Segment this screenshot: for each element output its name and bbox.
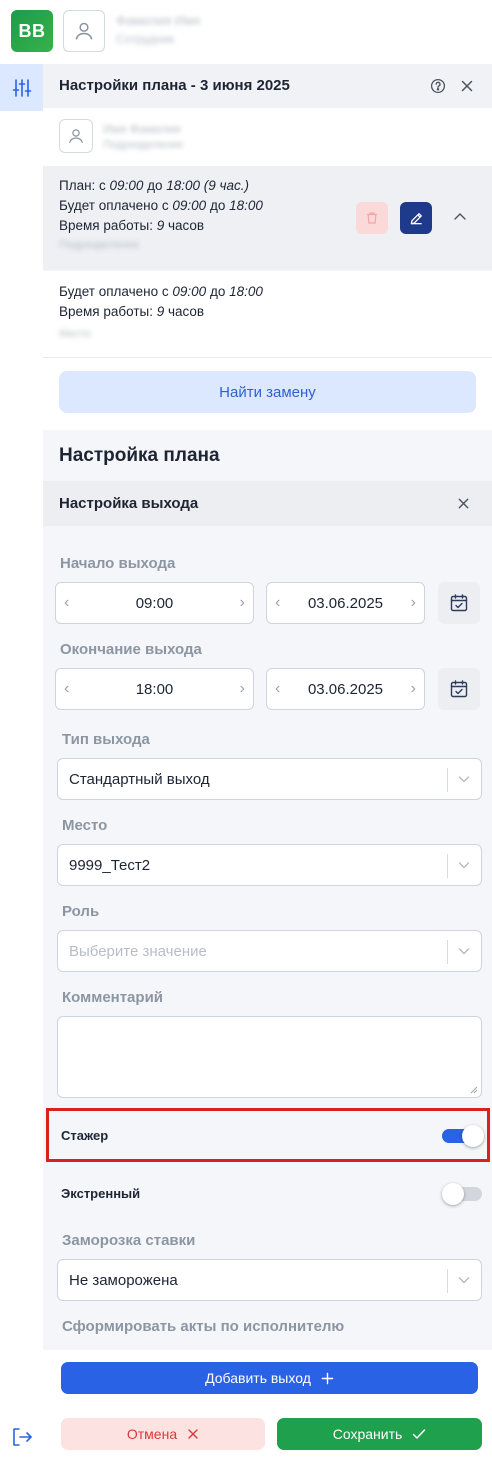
cancel-button[interactable]: Отмена bbox=[61, 1418, 265, 1450]
page-title: Настройки плана - 3 июня 2025 bbox=[59, 77, 290, 94]
employee-subtitle: Подразделение bbox=[103, 139, 184, 151]
calendar-check-icon bbox=[450, 680, 468, 698]
end-date-value: 03.06.2025 bbox=[307, 680, 384, 698]
comment-textarea[interactable] bbox=[57, 1016, 482, 1098]
shift-card[interactable]: Будет оплачено с 09:00 до 18:00 Время ра… bbox=[43, 271, 492, 358]
place-select-value: 9999_Тест2 bbox=[69, 857, 151, 874]
start-time-stepper[interactable]: ‹ 09:00 › bbox=[55, 582, 254, 624]
plan-settings-title: Настройка плана bbox=[59, 445, 220, 466]
pencil-icon bbox=[410, 212, 422, 224]
end-label: Окончание выхода bbox=[60, 641, 202, 658]
trash-icon bbox=[367, 212, 377, 224]
end-date-stepper[interactable]: ‹ 03.06.2025 › bbox=[266, 668, 425, 710]
place-select[interactable]: 9999_Тест2 bbox=[57, 844, 482, 886]
chevron-left-icon[interactable]: ‹ bbox=[64, 594, 69, 612]
add-exit-button[interactable]: Добавить выход bbox=[61, 1362, 478, 1394]
panel-header: Настройки плана - 3 июня 2025 bbox=[43, 64, 492, 108]
emergency-toggle[interactable] bbox=[442, 1183, 482, 1205]
cancel-label: Отмена bbox=[126, 1426, 178, 1442]
save-button[interactable]: Сохранить bbox=[277, 1418, 482, 1450]
type-select-value: Стандартный выход bbox=[69, 771, 210, 788]
chevron-right-icon[interactable]: › bbox=[240, 594, 245, 612]
close-panel-button[interactable] bbox=[459, 78, 475, 99]
edit-shift-button[interactable] bbox=[400, 202, 432, 234]
delete-shift-button[interactable] bbox=[356, 202, 388, 234]
work-time-line: Время работы: 9 часов bbox=[59, 304, 205, 319]
role-label: Роль bbox=[62, 903, 100, 920]
emergency-label: Экстренный bbox=[61, 1186, 141, 1201]
chevron-down-icon bbox=[458, 1277, 470, 1284]
logout-button[interactable] bbox=[11, 1426, 33, 1453]
logout-icon bbox=[13, 1428, 32, 1446]
close-icon bbox=[458, 498, 469, 509]
employee-name: Имя Фамилия bbox=[103, 122, 181, 136]
check-icon bbox=[413, 1429, 426, 1439]
acts-label: Сформировать акты по исполнителю bbox=[62, 1318, 345, 1335]
start-label: Начало выхода bbox=[60, 555, 176, 572]
chevron-down-icon bbox=[458, 948, 470, 955]
type-select[interactable]: Стандартный выход bbox=[57, 758, 482, 800]
employee-avatar bbox=[59, 119, 93, 153]
chevron-up-icon bbox=[454, 213, 466, 220]
start-date-value: 03.06.2025 bbox=[307, 594, 384, 612]
resize-handle-icon[interactable] bbox=[470, 1086, 478, 1094]
start-time-value: 09:00 bbox=[135, 594, 174, 612]
freeze-select-value: Не заморожена bbox=[69, 1272, 178, 1289]
plan-line: План: с 09:00 до 18:00 (9 час.) bbox=[59, 178, 250, 193]
collapse-shift-button[interactable] bbox=[452, 209, 468, 230]
help-button[interactable] bbox=[430, 78, 446, 99]
work-time-line: Время работы: 9 часов bbox=[59, 218, 205, 233]
paid-line: Будет оплачено с 09:00 до 18:00 bbox=[59, 198, 263, 213]
start-date-stepper[interactable]: ‹ 03.06.2025 › bbox=[266, 582, 425, 624]
close-exit-settings-button[interactable] bbox=[456, 496, 471, 516]
sidebar bbox=[0, 64, 43, 1460]
user-avatar[interactable] bbox=[63, 10, 105, 52]
freeze-label: Заморозка ставки bbox=[62, 1232, 196, 1249]
sidebar-item-settings[interactable] bbox=[0, 64, 43, 111]
freeze-select[interactable]: Не заморожена bbox=[57, 1259, 482, 1301]
end-calendar-button[interactable] bbox=[438, 668, 480, 710]
plus-icon bbox=[321, 1372, 334, 1384]
shift-extra: Подразделение bbox=[59, 239, 140, 251]
exit-settings-title: Настройка выхода bbox=[59, 495, 199, 512]
app-logo: BB bbox=[11, 10, 53, 52]
shift-extra: Место bbox=[59, 328, 91, 340]
role-select[interactable]: Выберите значение bbox=[57, 930, 482, 972]
role-select-placeholder: Выберите значение bbox=[69, 943, 207, 960]
save-label: Сохранить bbox=[332, 1426, 403, 1442]
help-icon bbox=[430, 78, 446, 94]
chevron-right-icon[interactable]: › bbox=[411, 680, 416, 698]
sliders-icon bbox=[12, 78, 31, 97]
highlight-box bbox=[46, 1108, 490, 1162]
exit-settings-header: Настройка выхода bbox=[43, 481, 492, 526]
end-time-value: 18:00 bbox=[135, 680, 174, 698]
chevron-down-icon bbox=[458, 862, 470, 869]
user-subtitle: Сотрудник bbox=[116, 32, 175, 46]
user-icon bbox=[69, 129, 83, 143]
shift-card-active[interactable]: План: с 09:00 до 18:00 (9 час.) Будет оп… bbox=[43, 166, 492, 270]
chevron-left-icon[interactable]: ‹ bbox=[64, 680, 69, 698]
end-time-stepper[interactable]: ‹ 18:00 › bbox=[55, 668, 254, 710]
type-label: Тип выхода bbox=[62, 731, 150, 748]
user-name: Фамилия Имя bbox=[116, 13, 201, 28]
calendar-check-icon bbox=[450, 594, 468, 612]
chevron-right-icon[interactable]: › bbox=[411, 594, 416, 612]
top-bar: BB Фамилия Имя Сотрудник bbox=[0, 0, 492, 64]
comment-label: Комментарий bbox=[62, 989, 164, 1006]
add-exit-label: Добавить выход bbox=[205, 1370, 311, 1386]
start-calendar-button[interactable] bbox=[438, 582, 480, 624]
find-replacement-button[interactable]: Найти замену bbox=[59, 371, 476, 413]
employee-row: Имя Фамилия Подразделение bbox=[43, 108, 492, 166]
chevron-left-icon[interactable]: ‹ bbox=[275, 680, 280, 698]
chevron-left-icon[interactable]: ‹ bbox=[275, 594, 280, 612]
paid-line: Будет оплачено с 09:00 до 18:00 bbox=[59, 284, 263, 299]
user-icon bbox=[75, 22, 93, 40]
close-icon bbox=[188, 1429, 198, 1439]
chevron-right-icon[interactable]: › bbox=[240, 680, 245, 698]
chevron-down-icon bbox=[458, 776, 470, 783]
place-label: Место bbox=[62, 817, 108, 834]
close-icon bbox=[461, 80, 473, 92]
